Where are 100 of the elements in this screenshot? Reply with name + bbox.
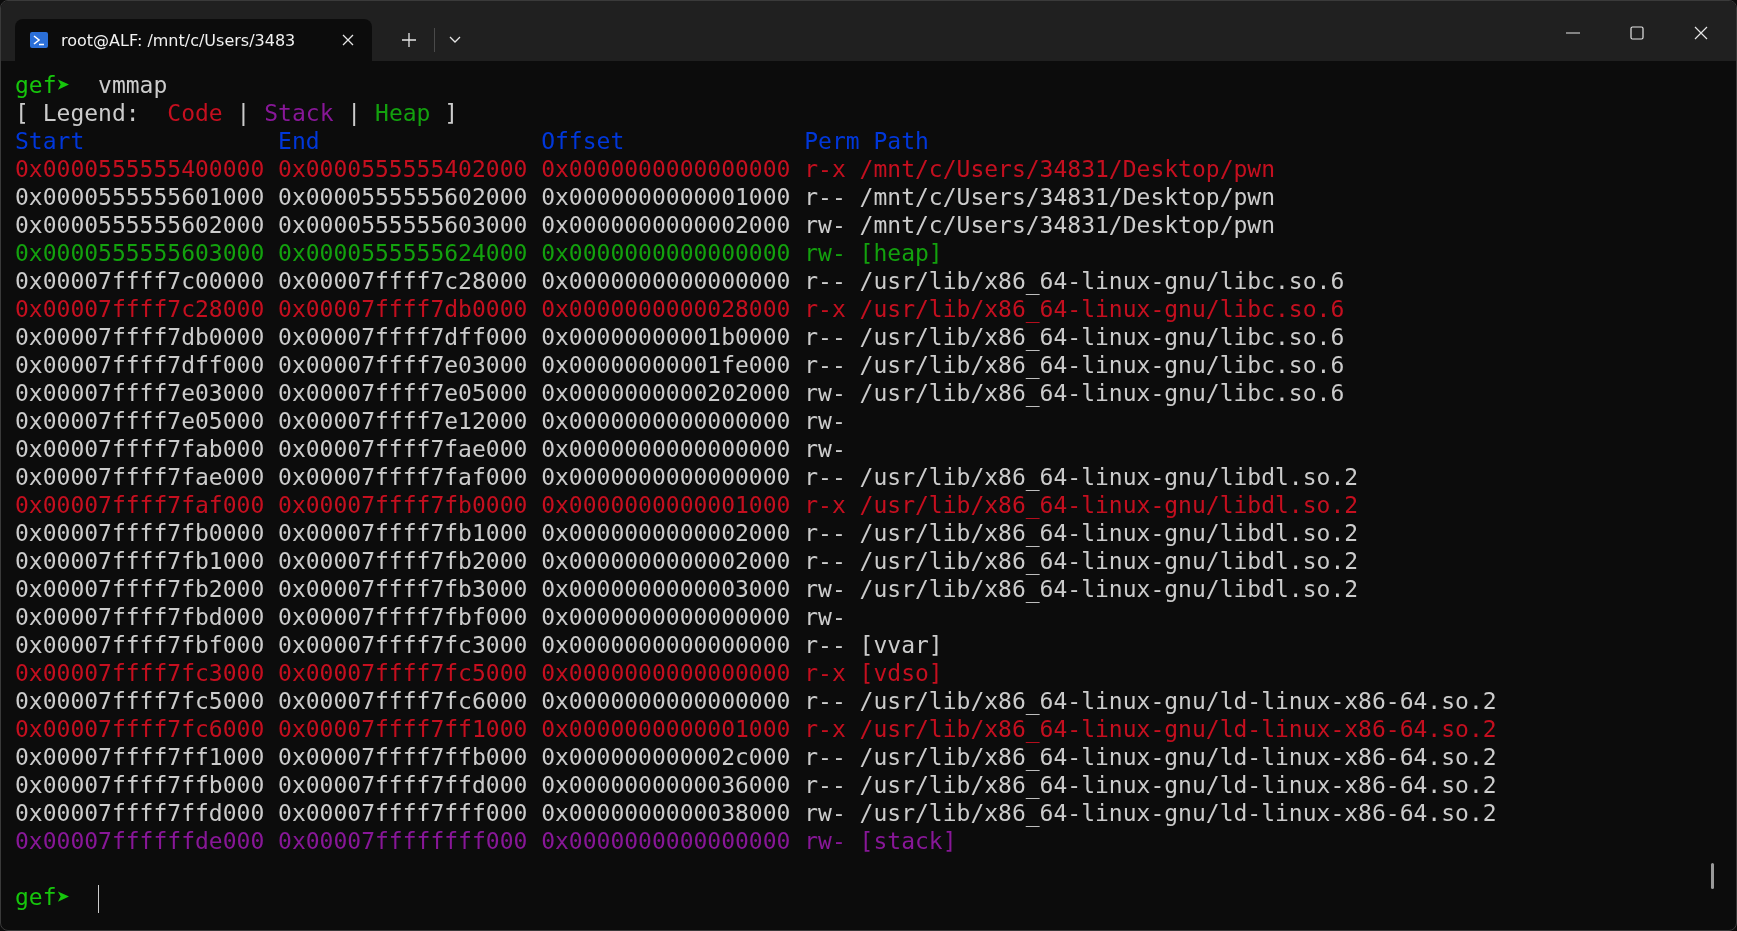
column-header: Perm (804, 127, 860, 155)
address-text: 0x00007ffff7fb0000 (15, 519, 265, 547)
terminal-icon (30, 32, 48, 48)
address-text: 0x0000555555402000 (278, 155, 528, 183)
offset-text: 0x0000000000001000 (541, 715, 791, 743)
path-text: [vvar] (859, 631, 943, 659)
column-header: Offset (541, 127, 626, 155)
close-icon[interactable] (342, 34, 354, 46)
address-text: 0x00007ffff7faf000 (278, 463, 528, 491)
permission-text: r-x (804, 295, 846, 323)
path-text: /usr/lib/x86_64-linux-gnu/libdl.so.2 (859, 519, 1359, 547)
path-text: /usr/lib/x86_64-linux-gnu/libc.so.6 (859, 379, 1345, 407)
offset-text: 0x0000000000002000 (541, 519, 791, 547)
path-text: /usr/lib/x86_64-linux-gnu/ld-linux-x86-64.so.2 (859, 771, 1497, 799)
scrollbar-thumb[interactable] (1711, 863, 1714, 889)
legend-text: Code (167, 99, 223, 127)
address-text: 0x00007ffff7fb1000 (278, 519, 528, 547)
maximize-icon[interactable] (1630, 26, 1644, 40)
address-text: 0x00007ffff7fc5000 (278, 659, 528, 687)
legend-text: [ Legend: (15, 99, 140, 127)
close-icon[interactable] (1694, 26, 1708, 40)
permission-text: rw- (804, 575, 846, 603)
address-text: 0x0000555555400000 (15, 155, 265, 183)
permission-text: r-x (804, 659, 846, 687)
permission-text: r-- (804, 519, 846, 547)
offset-text: 0x0000000000001000 (541, 183, 791, 211)
permission-text: r-- (804, 183, 846, 211)
address-text: 0x00007ffff7fc3000 (15, 659, 265, 687)
offset-text: 0x0000000000000000 (541, 239, 791, 267)
address-text: 0x00007ffff7ff1000 (15, 743, 265, 771)
legend-text: | (347, 99, 362, 127)
offset-text: 0x0000000000002000 (541, 547, 791, 575)
offset-text: 0x00000000001b0000 (541, 323, 791, 351)
address-text: 0x00007ffff7ff1000 (278, 715, 528, 743)
dropdown-caret-icon[interactable] (449, 36, 461, 44)
permission-text: rw- (804, 603, 846, 631)
permission-text: r-- (804, 631, 846, 659)
address-text: 0x00007ffff7fab000 (15, 435, 265, 463)
address-text: 0x00007ffff7ffb000 (278, 743, 528, 771)
new-tab-icon[interactable] (402, 33, 416, 47)
address-text: 0x0000555555603000 (278, 211, 528, 239)
offset-text: 0x0000000000202000 (541, 379, 791, 407)
address-text: 0x00007ffff7fae000 (15, 463, 265, 491)
prompt-text: gef➤ (15, 883, 72, 911)
address-text: 0x00007ffff7fbd000 (15, 603, 265, 631)
legend-text: Heap (375, 99, 431, 127)
address-text: 0x00007ffff7faf000 (15, 491, 265, 519)
offset-text: 0x00000000001fe000 (541, 351, 791, 379)
offset-text: 0x0000000000038000 (541, 799, 791, 827)
offset-text: 0x0000000000002000 (541, 211, 791, 239)
permission-text: r-x (804, 491, 846, 519)
address-text: 0x00007ffff7e03000 (278, 351, 528, 379)
address-text: 0x00007ffff7e03000 (15, 379, 265, 407)
offset-text: 0x0000000000000000 (541, 155, 791, 183)
address-text: 0x00007ffff7fb2000 (278, 547, 528, 575)
text-cursor (98, 885, 100, 913)
path-text: /usr/lib/x86_64-linux-gnu/libc.so.6 (859, 295, 1345, 323)
permission-text: r-x (804, 715, 846, 743)
address-text: 0x0000555555601000 (15, 183, 265, 211)
path-text: /usr/lib/x86_64-linux-gnu/libdl.so.2 (859, 575, 1359, 603)
permission-text: r-- (804, 267, 846, 295)
offset-text: 0x0000000000000000 (541, 407, 791, 435)
path-text: /usr/lib/x86_64-linux-gnu/ld-linux-x86-64.so.2 (859, 715, 1497, 743)
path-text: [vdso] (859, 659, 943, 687)
permission-text: rw- (804, 435, 846, 463)
prompt-text: gef➤ (15, 71, 72, 99)
permission-text: rw- (804, 827, 846, 855)
legend-text: ] (444, 99, 459, 127)
address-text: 0x00007ffff7ffd000 (278, 771, 528, 799)
path-text: /usr/lib/x86_64-linux-gnu/ld-linux-x86-64.so.2 (859, 687, 1497, 715)
address-text: 0x00007ffffffff000 (278, 827, 528, 855)
offset-text: 0x0000000000003000 (541, 575, 791, 603)
permission-text: r-- (804, 323, 846, 351)
path-text: /usr/lib/x86_64-linux-gnu/ld-linux-x86-64.so.2 (859, 799, 1497, 827)
offset-text: 0x0000000000001000 (541, 491, 791, 519)
terminal-tab[interactable]: root@ALF: /mnt/c/Users/3483 (15, 19, 372, 61)
path-text: [stack] (859, 827, 957, 855)
address-text: 0x00007ffff7fc6000 (278, 687, 528, 715)
path-text: /mnt/c/Users/34831/Desktop/pwn (859, 183, 1276, 211)
address-text: 0x00007ffff7e12000 (278, 407, 528, 435)
address-text: 0x0000555555624000 (278, 239, 528, 267)
permission-text: r-- (804, 463, 846, 491)
path-text: /usr/lib/x86_64-linux-gnu/libdl.so.2 (859, 463, 1359, 491)
path-text: /usr/lib/x86_64-linux-gnu/libdl.so.2 (859, 491, 1359, 519)
offset-text: 0x0000000000000000 (541, 659, 791, 687)
permission-text: r-- (804, 351, 846, 379)
column-header: Path (873, 127, 929, 155)
offset-text: 0x0000000000028000 (541, 295, 791, 323)
command-text: vmmap (98, 71, 168, 99)
address-text: 0x00007ffff7fae000 (278, 435, 528, 463)
permission-text: rw- (804, 379, 846, 407)
address-text: 0x0000555555603000 (15, 239, 265, 267)
path-text: /usr/lib/x86_64-linux-gnu/libc.so.6 (859, 351, 1345, 379)
offset-text: 0x0000000000000000 (541, 267, 791, 295)
address-text: 0x00007ffff7e05000 (278, 379, 528, 407)
offset-text: 0x0000000000000000 (541, 435, 791, 463)
address-text: 0x00007ffff7fbf000 (15, 631, 265, 659)
address-text: 0x00007ffff7c28000 (15, 295, 265, 323)
address-text: 0x0000555555602000 (278, 183, 528, 211)
permission-text: r-- (804, 687, 846, 715)
